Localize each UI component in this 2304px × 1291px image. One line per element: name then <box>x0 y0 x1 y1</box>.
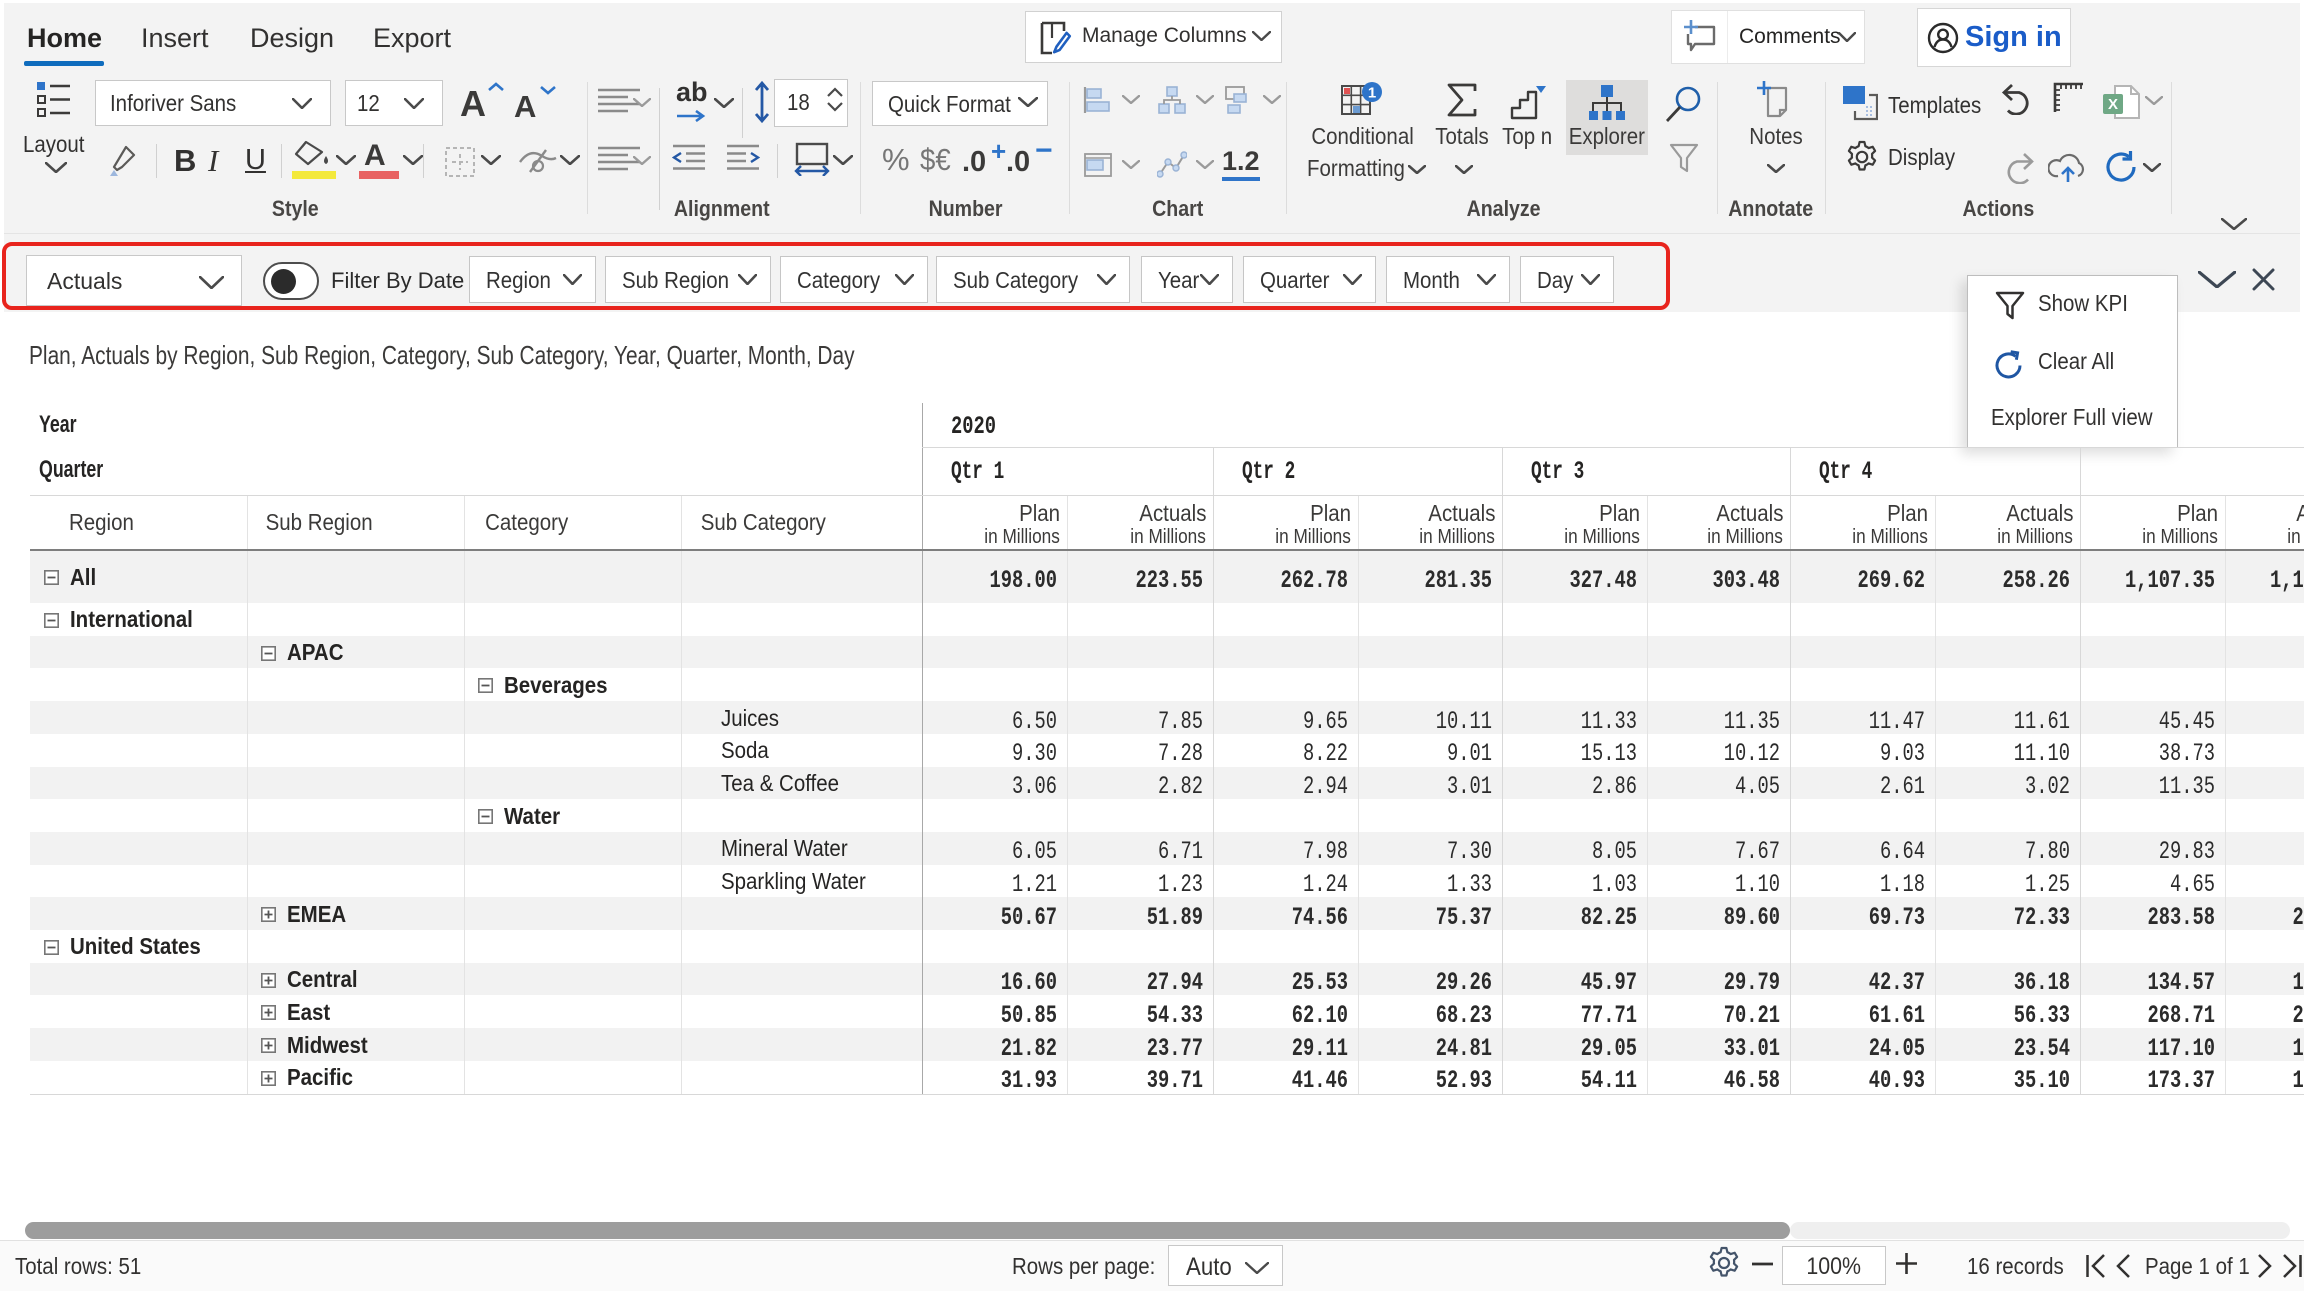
svg-text:X: X <box>2108 96 2118 113</box>
svg-text:1: 1 <box>1368 85 1376 102</box>
